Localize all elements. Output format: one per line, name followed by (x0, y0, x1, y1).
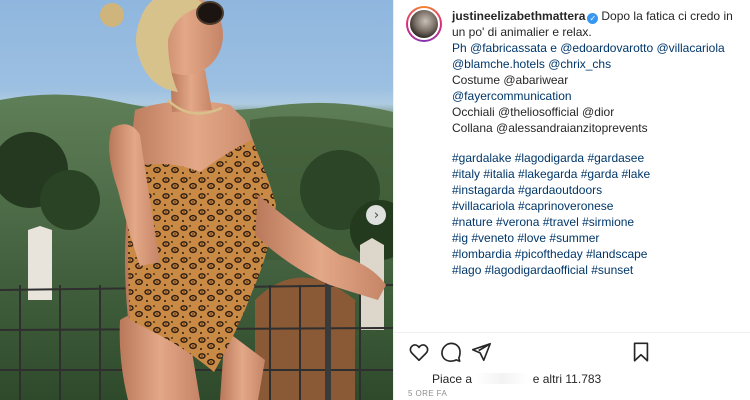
hashtag-line[interactable]: #instagarda #gardaoutdoors (452, 182, 736, 198)
post-actions (408, 341, 738, 365)
hashtag-line[interactable]: #nature #verona #travel #sirmione (452, 214, 736, 230)
likes-prefix: Piace a (432, 372, 473, 386)
hashtag-line[interactable]: #italy #italia #lakegarda #garda #lake (452, 166, 736, 182)
blurred-liker (475, 373, 530, 384)
save-button[interactable] (630, 341, 654, 365)
comment-button[interactable] (440, 341, 464, 365)
caption-line[interactable]: @fayercommunication (452, 88, 736, 104)
caption: justineelizabethmattera ✓ Dopo la fatica c… (452, 8, 736, 278)
hashtag-line[interactable]: #gardalake #lagodigarda #gardasee (452, 150, 736, 166)
carousel-next-button[interactable]: › (366, 205, 386, 225)
share-button[interactable] (470, 341, 494, 365)
username-link[interactable]: justineelizabethmattera (452, 9, 585, 23)
divider (394, 332, 750, 333)
chevron-right-icon: › (373, 207, 380, 223)
heart-icon (409, 344, 429, 362)
hashtag-line[interactable]: #ig #veneto #love #summer (452, 230, 736, 246)
paper-plane-icon (471, 342, 491, 362)
post-details-panel: justineelizabethmattera ✓ Dopo la fatica c… (393, 0, 750, 400)
caption-line[interactable]: Ph @fabricassata e @edoardovarotto @vill… (452, 40, 736, 72)
post-timestamp[interactable]: 5 ORE FA (408, 389, 447, 398)
caption-line: Occhiali @theliosofficial @dior (452, 105, 615, 119)
hashtag-line[interactable]: #villacariola #caprinoveronese (452, 198, 736, 214)
caption-line: Costume @abariwear (452, 72, 736, 88)
caption-line: Costume @abariwear (452, 73, 569, 87)
likes-summary[interactable]: Piace a e altri 11.783 (432, 372, 601, 386)
avatar[interactable] (406, 6, 442, 42)
hashtag-line[interactable]: #lombardia #picoftheday #landscape (452, 246, 736, 262)
photo-scene (0, 0, 393, 400)
post-photo[interactable]: › (0, 0, 393, 400)
caption-line: Collana @alessandraianzitoprevents (452, 121, 648, 135)
verified-badge-icon: ✓ (587, 13, 599, 24)
caption-area: justineelizabethmattera ✓ Dopo la fatica c… (406, 6, 736, 326)
hashtag-line[interactable]: #lago #lagodigardaofficial #sunset (452, 262, 736, 278)
comment-bubble-icon (441, 342, 461, 362)
likes-count: e altri 11.783 (532, 372, 602, 386)
like-button[interactable] (408, 341, 432, 365)
bookmark-icon (633, 342, 649, 362)
